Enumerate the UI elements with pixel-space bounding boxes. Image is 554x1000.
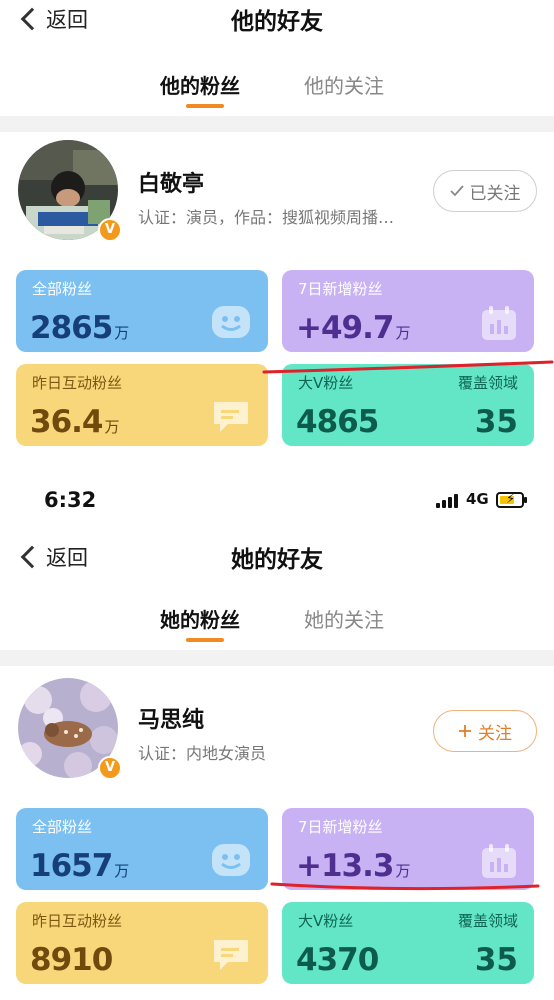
- verified-badge-icon: V: [98, 756, 122, 780]
- profile-verification: 认证：内地女演员: [138, 744, 267, 763]
- stat-value: 2865 万: [30, 310, 130, 346]
- screen-bottom: 6:32 4G ⚡ 返回 她的好友 她的粉丝 她的关注 V 马思纯 认证：内地女…: [0, 468, 554, 1000]
- signal-icon: [436, 492, 458, 508]
- profile-header: V 马思纯 认证：内地女演员 关注: [0, 678, 554, 798]
- stat-label: 7日新增粉丝: [298, 818, 383, 836]
- tab-followers[interactable]: 他的粉丝: [160, 70, 240, 99]
- stat-label: 大V粉丝: [298, 374, 354, 392]
- stat-card-total-fans: 全部粉丝 1657 万: [16, 808, 268, 890]
- calendar-chart-icon: [482, 306, 516, 340]
- stat-card-yesterday-interactive: 昨日互动粉丝 36.4 万: [16, 364, 268, 446]
- follow-button-label: 关注: [478, 723, 512, 744]
- stat-value: 4865: [296, 404, 379, 440]
- stat-label: 全部粉丝: [32, 818, 93, 836]
- stat-label: 全部粉丝: [32, 280, 93, 298]
- status-time: 6:32: [44, 488, 97, 512]
- stat-value: +13.3 万: [296, 848, 411, 884]
- coverage-label: 覆盖领域: [457, 912, 518, 930]
- follow-button[interactable]: 关注: [433, 710, 537, 752]
- stat-card-new-fans-7d: 7日新增粉丝 +13.3 万: [282, 808, 534, 890]
- stat-card-big-v: 大V粉丝 覆盖领域 4370 35: [282, 902, 534, 984]
- page-title: 她的好友: [231, 547, 323, 573]
- tab-active-indicator: [186, 104, 224, 108]
- chat-icon: [214, 940, 248, 970]
- stat-card-yesterday-interactive: 昨日互动粉丝 8910: [16, 902, 268, 984]
- tab-bar: 她的粉丝 她的关注: [0, 594, 554, 652]
- tab-following[interactable]: 他的关注: [304, 70, 384, 99]
- stat-card-big-v: 大V粉丝 覆盖领域 4865 35: [282, 364, 534, 446]
- stat-label: 7日新增粉丝: [298, 280, 383, 298]
- plus-icon: [459, 725, 471, 737]
- battery-icon: ⚡: [496, 492, 527, 508]
- tab-followers[interactable]: 她的粉丝: [160, 604, 240, 633]
- navbar: 返回 她的好友: [0, 534, 554, 582]
- stat-card-new-fans-7d: 7日新增粉丝 +49.7 万: [282, 270, 534, 352]
- followed-button-label: 已关注: [469, 183, 521, 204]
- stat-value: 4370: [296, 942, 379, 978]
- stat-card-total-fans: 全部粉丝 2865 万: [16, 270, 268, 352]
- status-bar: 6:32 4G ⚡: [0, 476, 554, 528]
- stat-value: +49.7 万: [296, 310, 411, 346]
- stat-value: 36.4 万: [30, 404, 120, 440]
- stat-label: 昨日互动粉丝: [32, 912, 123, 930]
- stat-value: 8910: [30, 942, 113, 978]
- calendar-chart-icon: [482, 844, 516, 878]
- navbar: 返回 他的好友: [0, 0, 554, 44]
- chat-icon: [214, 402, 248, 432]
- coverage-label: 覆盖领域: [457, 374, 518, 392]
- followed-button[interactable]: 已关注: [433, 170, 537, 212]
- tab-following[interactable]: 她的关注: [304, 604, 384, 633]
- section-divider: [0, 650, 554, 666]
- coverage-value: 35: [474, 942, 518, 978]
- tab-active-indicator: [186, 638, 224, 642]
- profile-name: 白敬亭: [138, 172, 205, 197]
- section-divider: [0, 116, 554, 132]
- page-title: 他的好友: [231, 9, 323, 35]
- stat-label: 大V粉丝: [298, 912, 354, 930]
- coverage-value: 35: [474, 404, 518, 440]
- tab-bar: 他的粉丝 他的关注: [0, 60, 554, 118]
- stat-label: 昨日互动粉丝: [32, 374, 123, 392]
- profile-header: V 白敬亭 认证：演员，作品：搜狐视频周播… 已关注: [0, 140, 554, 260]
- profile-name: 马思纯: [138, 708, 205, 733]
- fans-icon: [212, 306, 250, 338]
- screen-top: 返回 他的好友 他的粉丝 他的关注 V 白敬亭 认证：演员，作品：搜狐视频周播…: [0, 0, 554, 474]
- check-icon: [449, 185, 464, 197]
- verified-badge-icon: V: [98, 218, 122, 242]
- network-type: 4G: [466, 490, 489, 508]
- profile-verification: 认证：演员，作品：搜狐视频周播…: [138, 208, 395, 227]
- stat-value: 1657 万: [30, 848, 130, 884]
- fans-icon: [212, 844, 250, 876]
